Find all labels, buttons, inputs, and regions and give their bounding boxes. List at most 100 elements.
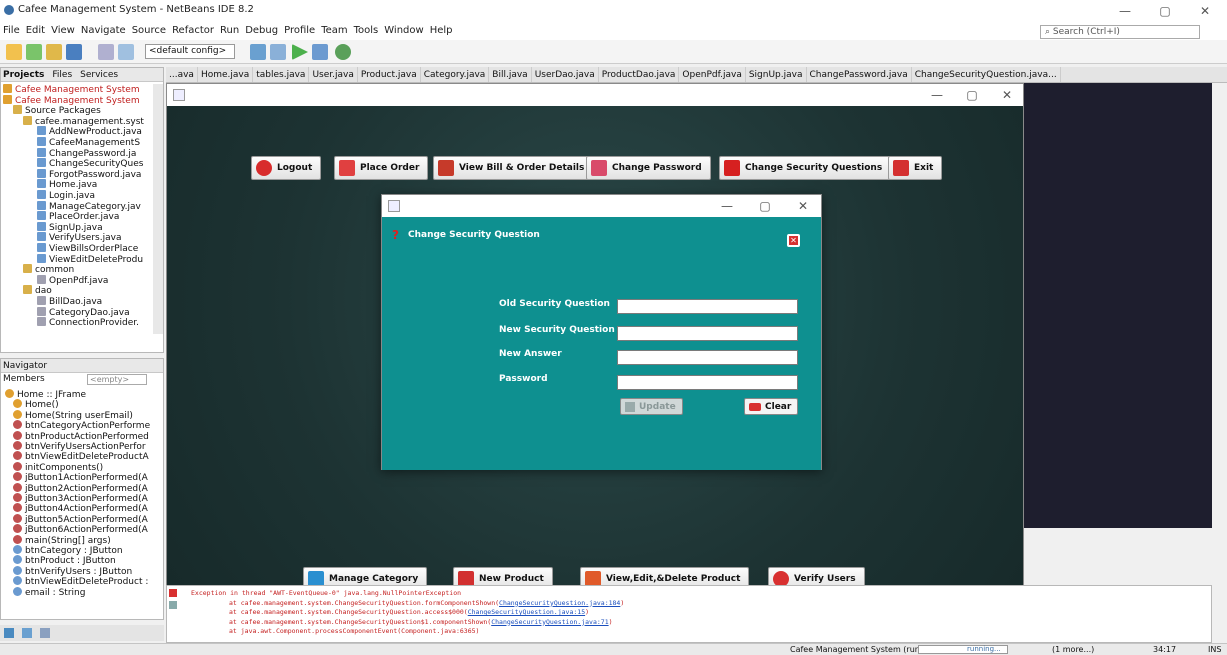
navigator-item[interactable]: btnViewEditDeleteProduct :: [13, 576, 148, 587]
projects-scrollbar[interactable]: [153, 84, 163, 334]
dialog-minimize-button[interactable]: —: [712, 197, 742, 215]
navigator-item[interactable]: btnCategoryActionPerforme: [13, 420, 150, 431]
menu-refactor[interactable]: Refactor: [169, 22, 217, 40]
project-tree-item[interactable]: ChangePassword.ja: [37, 147, 136, 159]
home-minimize-button[interactable]: —: [922, 86, 952, 104]
project-tree-item[interactable]: SignUp.java: [37, 221, 103, 233]
dialog-maximize-button[interactable]: ▢: [750, 197, 780, 215]
menu-navigate[interactable]: Navigate: [78, 22, 129, 40]
menu-edit[interactable]: Edit: [23, 22, 48, 40]
new-answer-field[interactable]: [617, 350, 798, 365]
tab-projects[interactable]: Projects: [3, 70, 44, 80]
editor-tab[interactable]: ...ava: [166, 67, 198, 82]
new-question-field[interactable]: [617, 326, 798, 341]
members-filter[interactable]: <empty>: [87, 374, 147, 385]
place-order-button[interactable]: Place Order: [334, 156, 429, 180]
project-tree-item[interactable]: CategoryDao.java: [37, 306, 130, 318]
logout-button[interactable]: Logout: [251, 156, 322, 180]
navigator-item[interactable]: jButton1ActionPerformed(A: [13, 472, 148, 483]
navigator-item[interactable]: btnProductActionPerformed: [13, 430, 149, 442]
project-tree-item[interactable]: Cafee Management System: [3, 84, 140, 95]
exit-button[interactable]: Exit: [888, 156, 943, 180]
change-password-button[interactable]: Change Password: [586, 156, 711, 180]
navigator-item[interactable]: jButton6ActionPerformed(A: [13, 524, 148, 535]
new-project-icon[interactable]: [6, 44, 22, 60]
editor-tab[interactable]: SignUp.java: [746, 67, 807, 82]
dialog-close-button[interactable]: ✕: [788, 197, 818, 215]
project-tree-item[interactable]: VerifyUsers.java: [37, 232, 121, 243]
project-tree-item[interactable]: ManageCategory.jav: [37, 200, 141, 212]
navigator-item[interactable]: btnProduct : JButton: [13, 555, 116, 566]
navigator-item[interactable]: Home(): [13, 399, 59, 410]
navigator-item[interactable]: jButton5ActionPerformed(A: [13, 513, 148, 525]
navigator-item[interactable]: Home :: JFrame: [5, 389, 86, 400]
project-tree-item[interactable]: CafeeManagementS: [37, 137, 140, 148]
status-run[interactable]: Cafee Management System (run) #2: [790, 645, 937, 654]
project-tree-item[interactable]: ForgotPassword.java: [37, 168, 141, 180]
run-icon[interactable]: [292, 44, 308, 60]
project-tree-item[interactable]: BillDao.java: [37, 296, 102, 307]
menu-window[interactable]: Window: [381, 22, 426, 40]
output-window[interactable]: Exception in thread "AWT-EventQueue-0" j…: [166, 585, 1212, 643]
editor-tab[interactable]: tables.java: [253, 67, 310, 82]
menu-source[interactable]: Source: [129, 22, 169, 40]
menu-debug[interactable]: Debug: [242, 22, 281, 40]
project-tree-item[interactable]: common: [23, 264, 74, 275]
profile-icon[interactable]: [335, 44, 351, 60]
save-all-icon[interactable]: [66, 44, 82, 60]
undo-icon[interactable]: [98, 44, 114, 60]
navigator-item[interactable]: Home(String userEmail): [13, 409, 133, 421]
maximize-button[interactable]: ▢: [1150, 2, 1180, 20]
stacktrace-link[interactable]: ChangeSecurityQuestion.java:15: [468, 608, 585, 616]
navigator-item[interactable]: jButton3ActionPerformed(A: [13, 493, 148, 504]
navigator-item[interactable]: btnVerifyUsersActionPerfor: [13, 441, 146, 452]
config-select[interactable]: <default config>: [145, 44, 235, 59]
navigator-item[interactable]: email : String: [13, 586, 85, 598]
redo-icon[interactable]: [118, 44, 134, 60]
search-input[interactable]: ⌕ Search (Ctrl+I): [1040, 25, 1200, 39]
menu-help[interactable]: Help: [427, 22, 456, 40]
tab-services[interactable]: Services: [80, 70, 118, 80]
tab-files[interactable]: Files: [52, 70, 72, 80]
menu-file[interactable]: File: [0, 22, 23, 40]
menu-profile[interactable]: Profile: [281, 22, 318, 40]
editor-tab[interactable]: OpenPdf.java: [679, 67, 746, 82]
project-tree-item[interactable]: ConnectionProvider.: [37, 317, 139, 328]
editor-tab[interactable]: UserDao.java: [532, 67, 599, 82]
editor-tab[interactable]: ChangeSecurityQuestion.java...: [912, 67, 1061, 82]
code-editor[interactable]: [1022, 83, 1212, 528]
old-question-field[interactable]: [617, 299, 798, 314]
stacktrace-link[interactable]: ChangeSecurityQuestion.java:71: [491, 618, 608, 626]
editor-tab[interactable]: ProductDao.java: [599, 67, 680, 82]
navigator-item[interactable]: initComponents(): [13, 461, 103, 473]
project-tree-item[interactable]: dao: [23, 285, 52, 296]
project-tree-item[interactable]: Login.java: [37, 190, 95, 201]
menu-run[interactable]: Run: [217, 22, 242, 40]
clean-build-icon[interactable]: [270, 44, 286, 60]
project-tree-item[interactable]: Source Packages: [13, 105, 101, 116]
project-tree-item[interactable]: AddNewProduct.java: [37, 126, 142, 137]
editor-tab[interactable]: ChangePassword.java: [807, 67, 912, 82]
project-tree-item[interactable]: ChangeSecurityQues: [37, 158, 143, 169]
sort-icon[interactable]: [22, 628, 32, 638]
debug-icon[interactable]: [312, 44, 328, 60]
project-tree-item[interactable]: Cafee Management System: [3, 94, 140, 106]
navigator-item[interactable]: btnViewEditDeleteProductA: [13, 451, 149, 462]
open-project-icon[interactable]: [46, 44, 62, 60]
change-security-questions-button[interactable]: Change Security Questions: [719, 156, 892, 180]
project-tree-item[interactable]: PlaceOrder.java: [37, 211, 119, 222]
fields-icon[interactable]: [40, 628, 50, 638]
editor-tab[interactable]: Bill.java: [489, 67, 532, 82]
navigator-item[interactable]: main(String[] args): [13, 534, 111, 546]
project-tree-item[interactable]: ViewBillsOrderPlace: [37, 243, 138, 254]
editor-tab[interactable]: Product.java: [358, 67, 421, 82]
close-button[interactable]: ✕: [1190, 2, 1220, 20]
update-button[interactable]: Update: [620, 398, 683, 415]
navigator-item[interactable]: jButton4ActionPerformed(A: [13, 503, 148, 514]
filter-icon[interactable]: [4, 628, 14, 638]
dialog-close-icon[interactable]: ✕: [787, 234, 800, 247]
new-file-icon[interactable]: [26, 44, 42, 60]
navigator-item[interactable]: btnCategory : JButton: [13, 545, 123, 556]
editor-tab[interactable]: Home.java: [198, 67, 254, 82]
editor-tab[interactable]: User.java: [309, 67, 358, 82]
